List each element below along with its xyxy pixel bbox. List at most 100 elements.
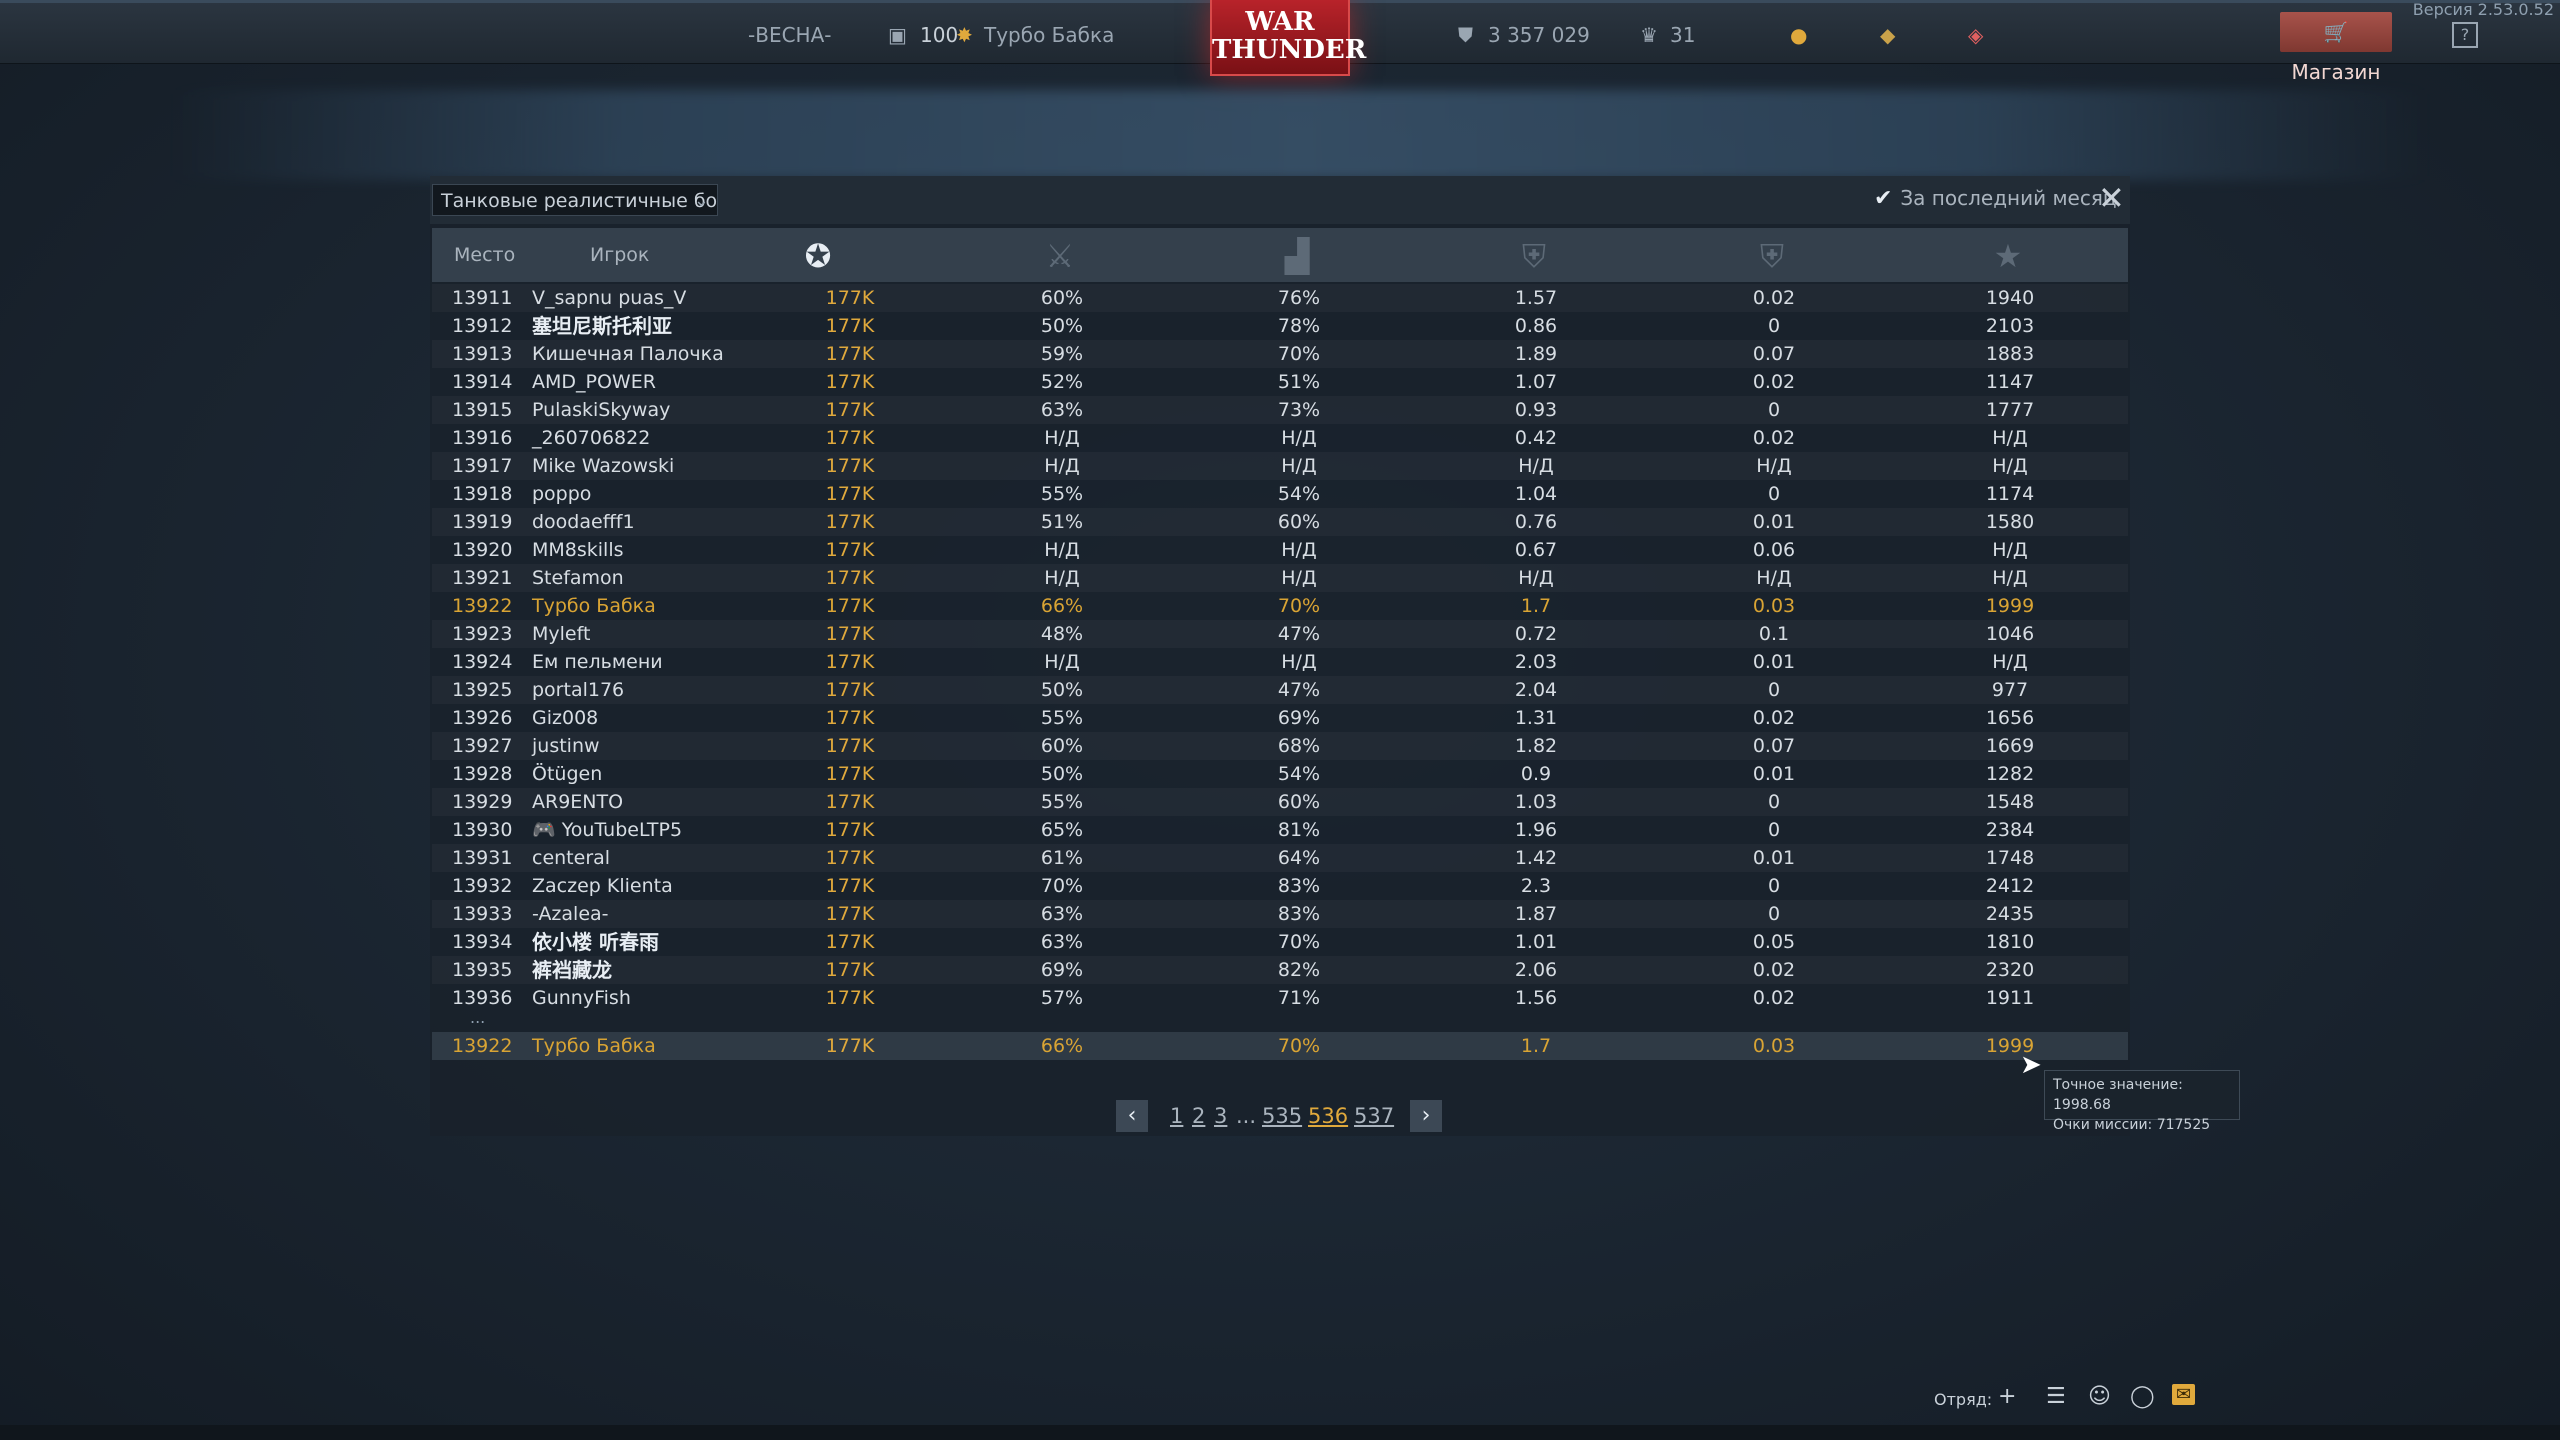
- contacts-icon[interactable]: ☺: [2088, 1384, 2111, 1409]
- table-row[interactable]: 13914 AMD_POWER 177K 52% 51% 1.07 0.02 1147: [432, 368, 2128, 396]
- shop-button[interactable]: 🛒Магазин: [2280, 12, 2392, 84]
- next-page-button[interactable]: ›: [1410, 1100, 1442, 1132]
- table-row[interactable]: 13933 -Azalea- 177K 63% 83% 1.87 0 2435: [432, 900, 2128, 928]
- table-row[interactable]: 13923 Myleft 177K 48% 47% 0.72 0.1 1046: [432, 620, 2128, 648]
- star-icon: ✸: [956, 23, 973, 47]
- name-cell[interactable]: MM8skills: [532, 536, 624, 564]
- score-cell: 1999: [1985, 1035, 2035, 1057]
- table-row[interactable]: 13927 justinw 177K 60% 68% 1.82 0.07 1669: [432, 732, 2128, 760]
- table-row[interactable]: 13925 portal176 177K 50% 47% 2.04 0 977: [432, 676, 2128, 704]
- score-cell: 2103: [1985, 315, 2035, 337]
- rows-ellipsis: ...: [470, 1008, 486, 1027]
- col-place[interactable]: Место: [454, 244, 515, 266]
- table-row[interactable]: 13912 塞坦尼斯托利亚 177K 50% 78% 0.86 0 2103: [432, 312, 2128, 340]
- own-player-row[interactable]: 13922 Турбо Бабка 177K 66% 70% 1.7 0.03 …: [432, 1032, 2128, 1060]
- name-cell[interactable]: 🎮 YouTubeLTP5: [532, 816, 682, 844]
- coupon-icon[interactable]: ◈: [1968, 23, 1983, 47]
- name-cell[interactable]: AMD_POWER: [532, 368, 656, 396]
- table-row[interactable]: 13917 Mike Wazowski 177K Н/Д Н/Д Н/Д Н/Д Н/Д: [432, 452, 2128, 480]
- name-cell[interactable]: Zaczep Klienta: [532, 872, 673, 900]
- table-row[interactable]: 13919 doodaefff1 177K 51% 60% 0.76 0.01 1580: [432, 508, 2128, 536]
- table-row[interactable]: 13911 V_sapnu puas_V 177K 60% 76% 1.57 0.02 194…: [432, 284, 2128, 312]
- crossed-swords-icon[interactable]: ⚔: [1040, 238, 1080, 274]
- name-cell[interactable]: Ем пельмени: [532, 648, 663, 676]
- star-icon[interactable]: ★: [1988, 238, 2028, 274]
- chat-icon[interactable]: ◯: [2130, 1384, 2155, 1409]
- name-cell[interactable]: Ötügen: [532, 760, 602, 788]
- name-cell[interactable]: _260706822: [532, 424, 650, 452]
- list-icon[interactable]: ☰: [2046, 1384, 2066, 1409]
- table-row[interactable]: 13916 _260706822 177K Н/Д Н/Д 0.42 0.02 Н/Д: [432, 424, 2128, 452]
- name-cell[interactable]: portal176: [532, 676, 624, 704]
- name-cell[interactable]: Кишечная Палочка: [532, 340, 724, 368]
- golden-eagles-icon: ♛: [1640, 23, 1658, 47]
- podium-icon[interactable]: ▟: [1277, 238, 1317, 274]
- prev-page-button[interactable]: ‹: [1116, 1100, 1148, 1132]
- checkbox-checked-icon[interactable]: ✔: [1874, 186, 1894, 211]
- table-row[interactable]: 13935 裤裆藏龙 177K 69% 82% 2.06 0.02 2320: [432, 956, 2128, 984]
- table-row[interactable]: 13922 Турбо Бабка 177K 66% 70% 1.7 0.03 1999: [432, 592, 2128, 620]
- table-row[interactable]: 13926 Giz008 177K 55% 69% 1.31 0.02 1656: [432, 704, 2128, 732]
- table-row[interactable]: 13936 GunnyFish 177K 57% 71% 1.56 0.02 1911: [432, 984, 2128, 1012]
- winrate-cell: 63%: [1040, 931, 1084, 953]
- mail-icon[interactable]: ✉: [2172, 1384, 2196, 1405]
- name-cell[interactable]: doodaefff1: [532, 508, 635, 536]
- rating-cell: 177K: [825, 959, 875, 981]
- winrate-cell: 55%: [1040, 483, 1084, 505]
- table-row[interactable]: 13929 AR9ENTO 177K 55% 60% 1.03 0 1548: [432, 788, 2128, 816]
- col-player[interactable]: Игрок: [590, 244, 649, 266]
- name-cell[interactable]: Турбо Бабка: [532, 592, 656, 620]
- table-row[interactable]: 13928 Ötügen 177K 50% 54% 0.9 0.01 1282: [432, 760, 2128, 788]
- name-cell[interactable]: 依小楼 听春雨: [532, 928, 659, 956]
- kills-ground-icon[interactable]: ⛨: [1514, 238, 1554, 274]
- rating-icon[interactable]: ✪: [798, 238, 838, 274]
- help-button[interactable]: ?: [2452, 22, 2478, 48]
- page-537[interactable]: 537: [1354, 1100, 1394, 1132]
- name-cell[interactable]: Myleft: [532, 620, 590, 648]
- close-icon[interactable]: ✕: [2098, 182, 2125, 214]
- page-2[interactable]: 2: [1192, 1100, 1205, 1132]
- page-535[interactable]: 535: [1262, 1100, 1302, 1132]
- rank-cell: 13926: [452, 707, 513, 729]
- table-row[interactable]: 13932 Zaczep Klienta 177K 70% 83% 2.3 0 2412: [432, 872, 2128, 900]
- air-kills-cell: 0.01: [1752, 763, 1796, 785]
- name-cell[interactable]: -Azalea-: [532, 900, 609, 928]
- name-cell[interactable]: centeral: [532, 844, 610, 872]
- last-month-toggle[interactable]: ✔ За последний месяц: [1874, 186, 2116, 211]
- mode-dropdown[interactable]: Танковые реалистичные бои ⌄: [432, 184, 718, 216]
- war-thunder-logo[interactable]: WAR THUNDER: [1210, 0, 1367, 76]
- table-row[interactable]: 13924 Ем пельмени 177K Н/Д Н/Д 2.03 0.01 Н/Д: [432, 648, 2128, 676]
- name-cell[interactable]: V_sapnu puas_V: [532, 284, 686, 312]
- top-cell: 82%: [1277, 959, 1321, 981]
- table-row[interactable]: 13913 Кишечная Палочка 177K 59% 70% 1.89 0.07 1…: [432, 340, 2128, 368]
- player-name[interactable]: Турбо Бабка: [984, 23, 1114, 47]
- table-row[interactable]: 13918 poppo 177K 55% 54% 1.04 0 1174: [432, 480, 2128, 508]
- name-cell[interactable]: 塞坦尼斯托利亚: [532, 312, 672, 340]
- page-current[interactable]: 536: [1308, 1100, 1348, 1132]
- name-cell[interactable]: justinw: [532, 732, 600, 760]
- add-squad-icon[interactable]: +: [1998, 1384, 2016, 1409]
- table-row[interactable]: 13921 Stefamon 177K Н/Д Н/Д Н/Д Н/Д Н/Д: [432, 564, 2128, 592]
- bulb-icon[interactable]: ●: [1790, 23, 1807, 47]
- table-row[interactable]: 13915 PulaskiSkyway 177K 63% 73% 0.93 0 1777: [432, 396, 2128, 424]
- page-1[interactable]: 1: [1170, 1100, 1183, 1132]
- table-row[interactable]: 13931 centeral 177K 61% 64% 1.42 0.01 1748: [432, 844, 2128, 872]
- kills-air-icon[interactable]: ⛨: [1752, 238, 1792, 274]
- name-cell[interactable]: Mike Wazowski: [532, 452, 674, 480]
- score-cell: Н/Д: [1992, 455, 2028, 477]
- name-cell[interactable]: GunnyFish: [532, 984, 631, 1012]
- logo-line-2: THUNDER: [1212, 35, 1367, 65]
- name-cell[interactable]: PulaskiSkyway: [532, 396, 670, 424]
- name-cell[interactable]: Giz008: [532, 704, 598, 732]
- table-row[interactable]: 13934 依小楼 听春雨 177K 63% 70% 1.01 0.05 1810: [432, 928, 2128, 956]
- table-row[interactable]: 13930 🎮 YouTubeLTP5 177K 65% 81% 1.96 0 2384: [432, 816, 2128, 844]
- air-kills-cell: 0.02: [1752, 371, 1796, 393]
- name-cell[interactable]: 裤裆藏龙: [532, 956, 612, 984]
- premium-icon[interactable]: ◆: [1880, 23, 1895, 47]
- name-cell[interactable]: poppo: [532, 480, 591, 508]
- name-cell[interactable]: AR9ENTO: [532, 788, 623, 816]
- page-3[interactable]: 3: [1214, 1100, 1227, 1132]
- name-cell[interactable]: Stefamon: [532, 564, 624, 592]
- ground-kills-cell: 1.96: [1514, 819, 1558, 841]
- table-row[interactable]: 13920 MM8skills 177K Н/Д Н/Д 0.67 0.06 Н/Д: [432, 536, 2128, 564]
